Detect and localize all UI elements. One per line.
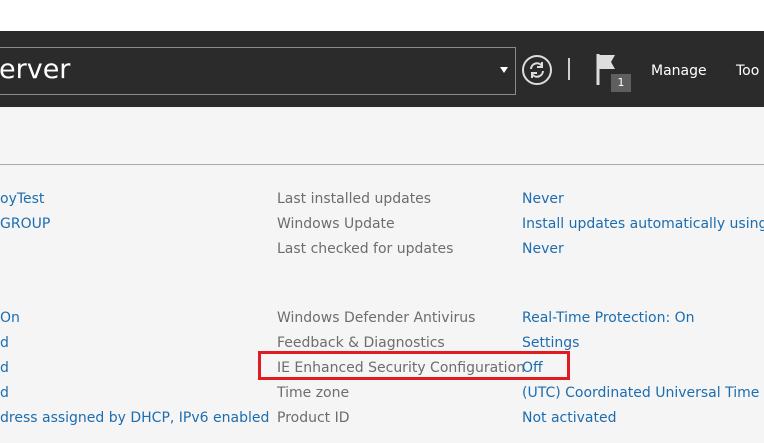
firewall-value[interactable]: On	[0, 309, 20, 327]
nic-teaming-value[interactable]: d	[0, 384, 9, 402]
tools-menu[interactable]: Too	[736, 62, 759, 80]
product-id-value[interactable]: Not activated	[522, 409, 617, 427]
ethernet-value[interactable]: dress assigned by DHCP, IPv6 enabled	[0, 409, 269, 427]
last-checked-updates-label: Last checked for updates	[277, 241, 454, 257]
windows-update-value[interactable]: Install updates automatically using W	[522, 215, 764, 233]
defender-antivirus-value[interactable]: Real-Time Protection: On	[522, 309, 695, 327]
toolbar-separator	[568, 58, 570, 80]
remote-management-value[interactable]: d	[0, 334, 9, 352]
remote-desktop-value[interactable]: d	[0, 359, 9, 377]
notification-count-badge[interactable]: 1	[611, 74, 631, 92]
time-zone-label: Time zone	[277, 385, 350, 401]
breadcrumb-text: erver	[0, 54, 71, 85]
last-installed-updates-label: Last installed updates	[277, 191, 432, 207]
defender-antivirus-label: Windows Defender Antivirus	[277, 310, 476, 326]
last-installed-updates-value[interactable]: Never	[522, 190, 564, 208]
feedback-diagnostics-label: Feedback & Diagnostics	[277, 335, 445, 351]
computer-name-value[interactable]: oyTest	[0, 190, 44, 208]
breadcrumb-bar[interactable]: erver	[0, 47, 516, 95]
last-checked-updates-value[interactable]: Never	[522, 240, 564, 258]
time-zone-value[interactable]: (UTC) Coordinated Universal Time	[522, 384, 759, 402]
workgroup-value[interactable]: GROUP	[0, 215, 50, 233]
feedback-diagnostics-value[interactable]: Settings	[522, 334, 579, 352]
product-id-label: Product ID	[277, 410, 350, 426]
manage-menu[interactable]: Manage	[651, 62, 707, 80]
section-divider	[0, 164, 764, 165]
refresh-icon[interactable]	[522, 55, 552, 85]
windows-update-label: Windows Update	[277, 216, 395, 232]
window-top-strip	[0, 0, 764, 31]
ie-esc-highlight-box	[258, 351, 570, 380]
chevron-down-icon[interactable]	[500, 67, 508, 73]
